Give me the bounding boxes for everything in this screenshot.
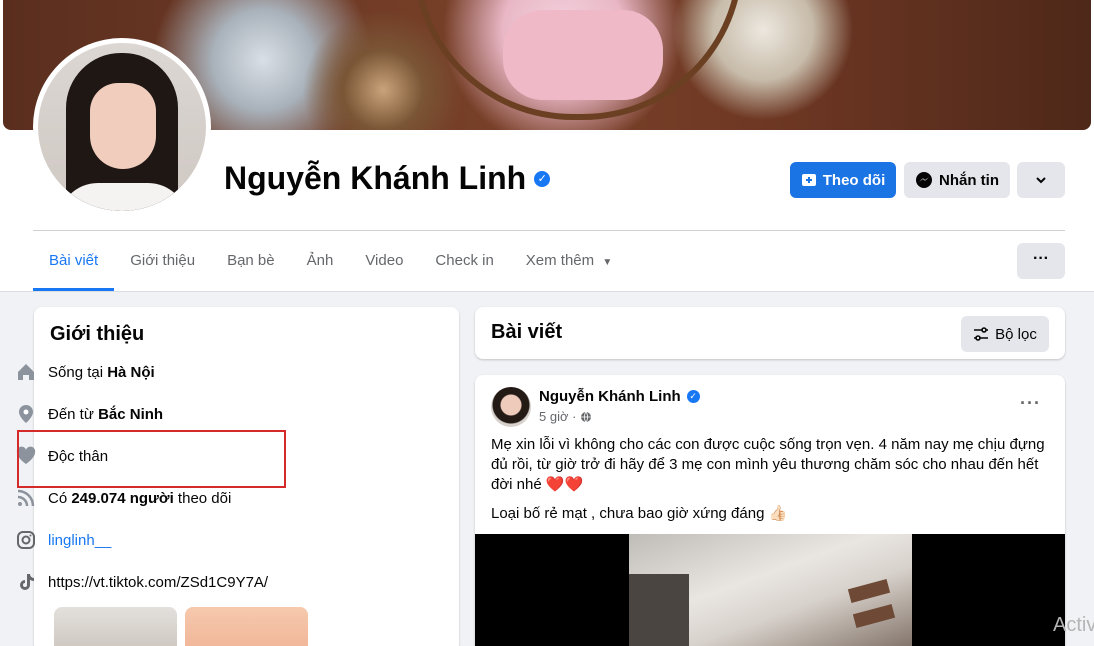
post-options-ellipsis-icon[interactable]: ··· [1020,393,1041,414]
follow-button[interactable]: Theo dõi [790,162,896,198]
tab-posts[interactable]: Bài viết [33,240,115,291]
post-card: Nguyễn Khánh Linh ✓ 5 giờ · ··· Mẹ xin l… [475,375,1065,646]
header-divider [33,230,1065,231]
followers-suffix: theo dõi [173,489,232,507]
post-text-line-2: Loại bố rẻ mạt , chưa bao giờ xứng đáng … [491,505,788,522]
filter-button[interactable]: Bộ lọc [961,316,1049,352]
globe-icon [581,411,592,422]
filter-button-label: Bộ lọc [995,325,1037,343]
tiktok-link[interactable]: https://vt.tiktok.com/ZSd1C9Y7A/ [48,574,268,591]
post-author-name: Nguyễn Khánh Linh [539,388,681,405]
post-timestamp[interactable]: 5 giờ · [539,409,592,424]
lives-prefix: Sống tại [48,363,108,381]
profile-avatar[interactable] [33,38,211,216]
chevron-down-icon [1036,177,1046,184]
intro-tiktok: https://vt.tiktok.com/ZSd1C9Y7A/ [16,572,268,592]
intro-followers: Có 249.074 người theo dõi [16,488,231,508]
profile-more-button[interactable] [1017,162,1065,198]
tiktok-icon [16,572,36,592]
tab-videos[interactable]: Video [349,240,419,291]
post-text: Mẹ xin lỗi vì không cho các con được cuộ… [491,436,1045,493]
tab-more-label: Xem thêm [525,252,595,269]
intro-from: Đến từ Bắc Ninh [16,404,163,424]
from-prefix: Đến từ [48,405,99,423]
post-time-text: 5 giờ · [539,409,577,424]
rss-followers-icon [16,488,36,508]
tabs-more-options-button[interactable]: ··· [1017,243,1065,279]
from-place: Bắc Ninh [98,405,164,423]
message-button[interactable]: Nhắn tin [904,162,1010,198]
post-author[interactable]: Nguyễn Khánh Linh ✓ [539,388,700,405]
tab-friends[interactable]: Bạn bè [211,240,291,291]
lives-place: Hà Nội [107,363,155,381]
intro-instagram: linglinh__ [16,530,111,550]
intro-title: Giới thiệu [50,323,145,345]
message-button-label: Nhắn tin [939,171,999,189]
messenger-icon [916,172,932,188]
home-icon [16,362,36,382]
followers-count: 249.074 người [71,489,174,507]
filter-icon [974,327,989,341]
highlight-annotation [17,430,286,488]
profile-tabs: Bài viết Giới thiệu Bạn bè Ảnh Video Che… [33,240,628,291]
instagram-icon [16,530,36,550]
follow-button-label: Theo dõi [822,171,886,189]
followers-prefix: Có [48,489,72,507]
ellipsis-icon: ··· [1033,250,1049,267]
windows-activation-watermark: Activ [1053,614,1094,636]
tab-more[interactable]: Xem thêm ▼ [510,240,628,291]
instagram-link[interactable]: linglinh__ [48,532,111,549]
profile-name: Nguyễn Khánh Linh ✓ [224,160,551,197]
verified-badge-icon: ✓ [686,390,700,403]
post-video[interactable] [475,534,1065,646]
profile-name-text: Nguyễn Khánh Linh [224,160,527,196]
featured-photo-1[interactable] [54,607,177,646]
featured-photo-2[interactable] [185,607,308,646]
posts-header-card: Bài viết Bộ lọc [475,307,1065,359]
posts-title: Bài viết [491,321,563,343]
tab-photos[interactable]: Ảnh [291,240,350,291]
intro-lives-in: Sống tại Hà Nội [16,362,155,382]
tab-checkins[interactable]: Check in [419,240,509,291]
tab-about[interactable]: Giới thiệu [114,240,211,291]
verified-badge-icon: ✓ [534,170,551,187]
caret-down-icon: ▼ [602,257,613,268]
location-pin-icon [16,404,36,424]
post-author-avatar[interactable] [491,387,531,427]
follow-icon [801,174,816,186]
